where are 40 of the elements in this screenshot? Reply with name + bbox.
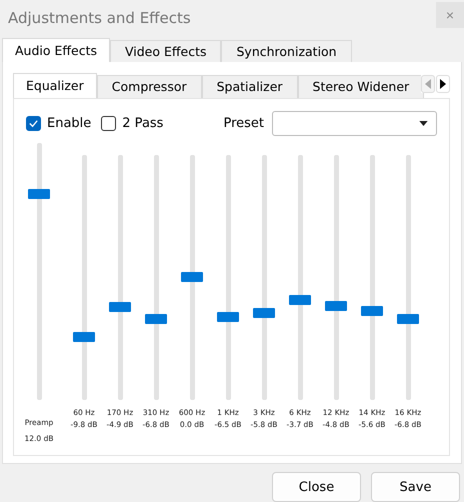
tab[interactable]: Equalizer	[13, 72, 97, 98]
slider[interactable]	[253, 154, 275, 400]
checkbox[interactable]	[26, 116, 41, 130]
slider[interactable]	[109, 154, 131, 400]
save-button[interactable]: Save	[371, 472, 460, 502]
slider-handle[interactable]	[73, 332, 95, 342]
slider[interactable]	[397, 154, 419, 400]
tab[interactable]: Spatializer	[202, 74, 298, 98]
tab[interactable]: Audio Effects	[2, 38, 110, 62]
slider[interactable]	[325, 154, 347, 400]
slider[interactable]	[28, 142, 50, 400]
slider-handle[interactable]	[145, 314, 167, 324]
slider[interactable]	[217, 154, 239, 400]
tab[interactable]: Synchronization	[221, 40, 352, 62]
slider-handle[interactable]	[361, 306, 383, 316]
close-button[interactable]: Close	[272, 472, 361, 502]
caret-icon	[419, 120, 428, 126]
slider[interactable]	[73, 154, 95, 400]
checkbox-label: 2 Pass	[122, 116, 164, 130]
checkmark-icon	[28, 118, 39, 128]
slider[interactable]	[181, 154, 203, 400]
tab[interactable]: Stereo Widener	[298, 74, 424, 98]
window-title: Adjustments and Effects	[8, 8, 191, 27]
slider-handle[interactable]	[28, 188, 50, 199]
checkbox-label: Enable	[47, 116, 92, 130]
tab[interactable]: Compressor	[96, 74, 202, 98]
slider-handle[interactable]	[325, 301, 347, 312]
slider[interactable]	[361, 154, 383, 400]
slider-handle[interactable]	[397, 314, 419, 324]
checkbox[interactable]	[101, 116, 116, 130]
slider-handle[interactable]	[253, 308, 275, 318]
slider-handle[interactable]	[289, 294, 311, 305]
scroll-right-icon[interactable]	[436, 74, 450, 92]
slider-handle[interactable]	[181, 272, 203, 282]
tab[interactable]: Video Effects	[110, 40, 222, 62]
preset-label: Preset	[223, 116, 264, 130]
slider[interactable]	[145, 154, 167, 400]
slider-handle[interactable]	[109, 302, 131, 312]
slider-handle[interactable]	[217, 312, 239, 322]
slider[interactable]	[289, 154, 311, 400]
